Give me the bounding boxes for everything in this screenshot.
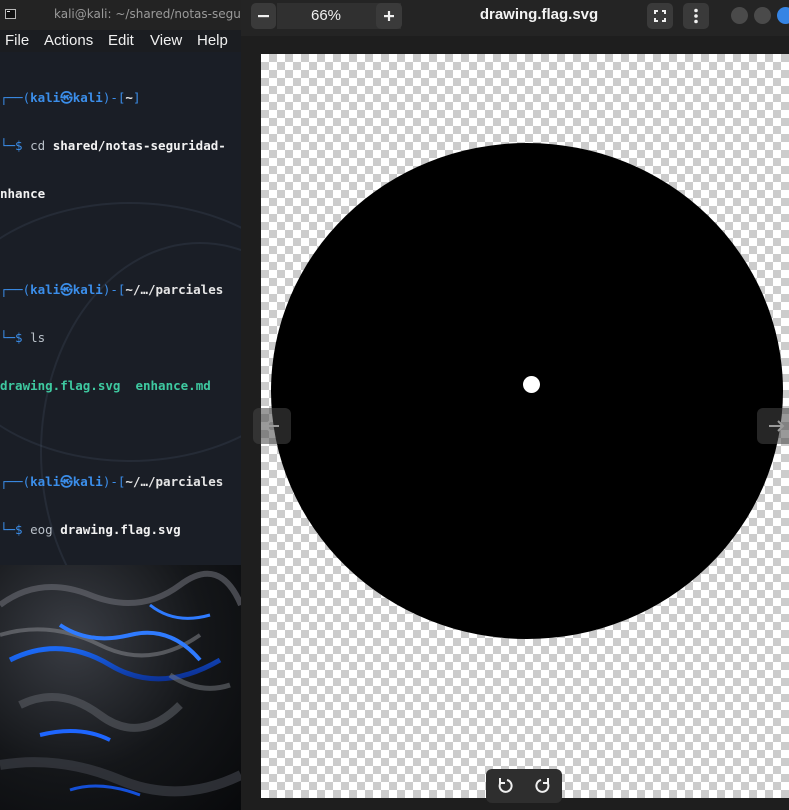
prompt-user: kali: [30, 282, 61, 297]
image-display[interactable]: [261, 54, 789, 798]
minus-icon: [258, 15, 269, 18]
command-args: shared/notas-seguridad-: [45, 138, 226, 153]
prompt-bracket: )-[: [102, 282, 126, 297]
viewer-headerbar[interactable]: 66% drawing.flag.svg: [241, 0, 789, 36]
rotate-right-icon: [535, 778, 550, 793]
zoom-level-value: 66%: [311, 7, 342, 24]
main-menu-button[interactable]: [683, 3, 709, 29]
prompt-host: kali: [72, 474, 103, 489]
zoom-out-button[interactable]: [251, 3, 276, 29]
prompt-line: ┌──(kali㉿kali)-[~/…/parciales: [0, 282, 226, 298]
arrow-right-icon: [769, 420, 785, 432]
prompt-prefix: ┌──(: [0, 90, 31, 105]
command: cd: [30, 138, 46, 153]
prompt-path: ~: [125, 90, 133, 105]
wallpaper-art: [0, 570, 241, 797]
arrow-left-icon: [263, 420, 279, 432]
menu-view[interactable]: View: [150, 32, 182, 49]
prompt-at: ㉿: [60, 282, 73, 297]
rotate-toolbar: [486, 769, 562, 803]
terminal-window: kali@kali: ~/shared/notas-seguridad File…: [0, 0, 241, 810]
prompt-at: ㉿: [60, 474, 73, 489]
rotate-right-button[interactable]: [528, 773, 558, 799]
prompt-prefix: ┌──(: [0, 282, 31, 297]
command-wrap-line: nhance: [0, 186, 226, 202]
prompt-bracket-end: ]: [132, 90, 141, 105]
terminal-title: kali@kali: ~/shared/notas-seguridad: [54, 7, 241, 21]
maximize-button[interactable]: [754, 7, 771, 24]
prompt-symbol: └─$: [0, 522, 31, 537]
zoom-in-button[interactable]: [376, 3, 402, 29]
next-image-button[interactable]: [757, 408, 789, 444]
terminal-lines: ┌──(kali㉿kali)-[~] └─$ cd shared/notas-s…: [0, 58, 226, 565]
prompt-symbol: └─$: [0, 138, 31, 153]
prompt-line: ┌──(kali㉿kali)-[~]: [0, 90, 226, 106]
menu-help[interactable]: Help: [197, 32, 228, 49]
plus-icon: [384, 11, 394, 21]
prompt-path: ~/…/parciales: [125, 474, 224, 489]
command-line: └─$ cd shared/notas-seguridad-: [0, 138, 226, 154]
prompt-user: kali: [30, 474, 61, 489]
fullscreen-icon: [654, 10, 666, 22]
prompt-host: kali: [72, 90, 103, 105]
command: eog: [30, 522, 53, 537]
prompt-bracket: )-[: [102, 474, 126, 489]
menu-actions[interactable]: Actions: [44, 32, 93, 49]
desktop-wallpaper: [0, 565, 241, 810]
viewer-title: drawing.flag.svg: [479, 6, 599, 23]
command-line: └─$ ls: [0, 330, 226, 346]
prompt-at: ㉿: [60, 90, 73, 105]
prompt-prefix: ┌──(: [0, 474, 31, 489]
image-canvas-area[interactable]: [241, 36, 789, 810]
rotate-left-icon: [498, 778, 513, 793]
prompt-symbol: └─$: [0, 330, 31, 345]
terminal-output[interactable]: ┌──(kali㉿kali)-[~] └─$ cd shared/notas-s…: [0, 52, 241, 565]
command-args-wrap: nhance: [0, 186, 46, 201]
previous-image-button[interactable]: [253, 408, 291, 444]
rotate-left-button[interactable]: [490, 773, 520, 799]
prompt-bracket: )-[: [102, 90, 126, 105]
fullscreen-button[interactable]: [647, 3, 673, 29]
menu-edit[interactable]: Edit: [108, 32, 134, 49]
file-entry: drawing.flag.svg: [0, 378, 121, 393]
command-line: └─$ eog drawing.flag.svg: [0, 522, 226, 538]
prompt-user: kali: [30, 90, 61, 105]
minimize-button[interactable]: [731, 7, 748, 24]
close-button[interactable]: [777, 7, 789, 24]
white-dot-shape: [523, 376, 540, 393]
prompt-host: kali: [72, 282, 103, 297]
command-args: drawing.flag.svg: [52, 522, 181, 537]
prompt-line: ┌──(kali㉿kali)-[~/…/parciales: [0, 474, 226, 490]
file-entry: enhance.md: [135, 378, 211, 393]
command: ls: [30, 330, 46, 345]
image-viewer-window: 66% drawing.flag.svg: [241, 0, 789, 810]
output-line: drawing.flag.svg enhance.md: [0, 378, 226, 394]
kebab-menu-icon: [694, 8, 698, 24]
terminal-titlebar[interactable]: kali@kali: ~/shared/notas-seguridad: [0, 0, 241, 30]
menu-file[interactable]: File: [5, 32, 29, 49]
terminal-menubar: File Actions Edit View Help: [0, 30, 241, 52]
terminal-app-icon: [5, 9, 16, 19]
prompt-path: ~/…/parciales: [125, 282, 224, 297]
